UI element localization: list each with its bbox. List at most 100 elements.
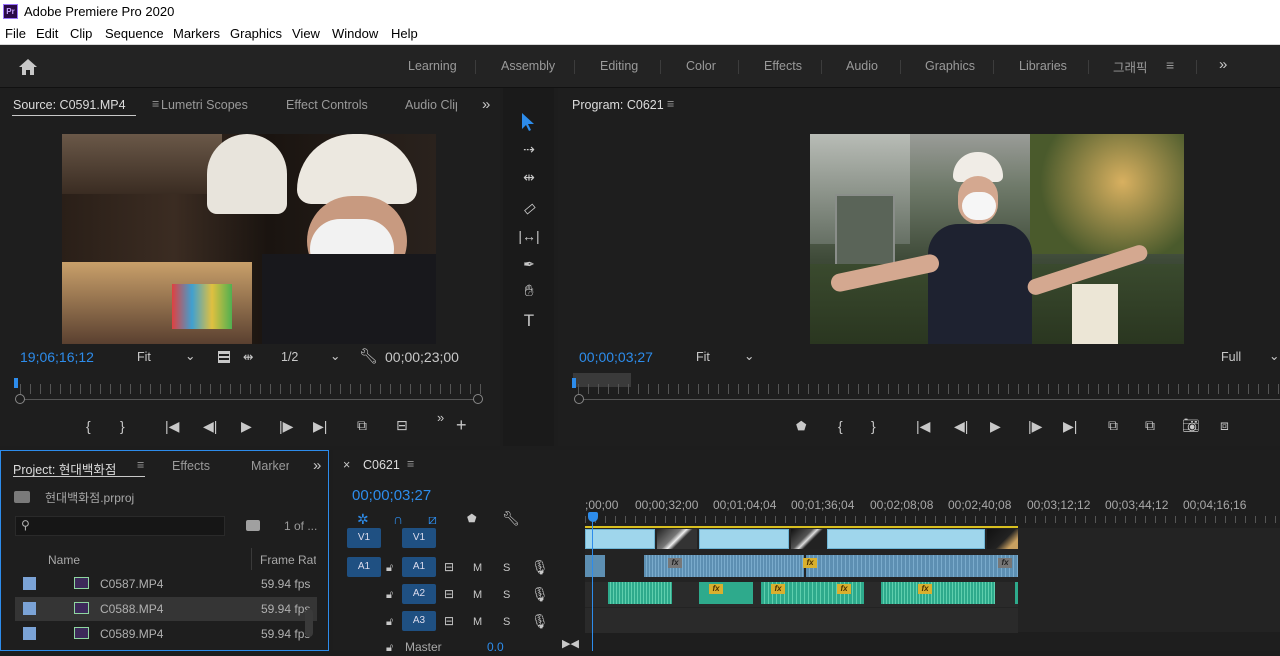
tab-effect-controls[interactable]: Effect Controls	[286, 98, 368, 112]
source-zoom-handle-left[interactable]	[15, 394, 25, 404]
source-fit-dropdown[interactable]: Fit	[137, 350, 151, 364]
hand-tool-icon[interactable]: ✋︎	[517, 284, 541, 300]
track-target-v1[interactable]: V1	[402, 528, 436, 548]
source-settings-wrench-icon[interactable]: 🔧︎	[359, 347, 378, 365]
workspace-overflow-icon[interactable]: »	[1219, 56, 1227, 73]
track-lock-icon[interactable]: 🔓︎	[386, 560, 393, 576]
label-color-swatch[interactable]	[23, 602, 36, 615]
go-to-out-icon[interactable]: ▶|	[313, 418, 327, 434]
program-zoom-handle[interactable]	[574, 394, 584, 404]
program-title[interactable]: Program: C0621	[572, 98, 664, 112]
track-target-a1[interactable]: A1	[402, 557, 436, 577]
comparison-view-icon[interactable]: ⧈	[1220, 417, 1229, 433]
program-mark-out-icon[interactable]: }	[871, 418, 876, 434]
project-scrollbar[interactable]	[305, 609, 313, 637]
ripple-edit-tool-icon[interactable]: ⇹	[517, 169, 541, 185]
insert-icon[interactable]: ⧉	[357, 417, 367, 433]
program-mark-in-icon[interactable]: {	[838, 418, 843, 434]
video-clip-thumbnail[interactable]	[987, 529, 1018, 549]
track-sync-icon[interactable]: ⊟	[444, 586, 454, 602]
workspace-editing[interactable]: Editing	[600, 59, 638, 73]
playhead-handle[interactable]	[588, 512, 598, 522]
solo-a3-button[interactable]: S	[503, 614, 510, 630]
type-tool-icon[interactable]: T	[517, 312, 541, 329]
safe-margins-icon[interactable]	[218, 351, 230, 363]
source-playhead-timecode[interactable]: 19;06;16;12	[20, 349, 94, 365]
selection-tool-icon[interactable]	[520, 112, 536, 132]
menu-sequence[interactable]: Sequence	[105, 26, 164, 41]
list-item[interactable]: C0589.MP4 59.94 fps	[15, 622, 317, 646]
solo-a2-button[interactable]: S	[503, 587, 510, 603]
master-volume-value[interactable]: 0.0	[487, 640, 504, 654]
source-zoom-handle-right[interactable]	[473, 394, 483, 404]
master-lock-icon[interactable]: 🔓︎	[386, 640, 393, 656]
source-patch-a1[interactable]: A1	[347, 557, 381, 577]
add-marker-timeline-icon[interactable]: ⬟	[467, 511, 477, 527]
track-sync-icon[interactable]: ⊟	[444, 559, 454, 575]
tab-effects[interactable]: Effects	[172, 459, 210, 473]
mute-a2-button[interactable]: M	[473, 587, 482, 603]
menu-graphics[interactable]: Graphics	[230, 26, 282, 41]
workspace-assembly[interactable]: Assembly	[501, 59, 555, 73]
audio-clip-a2[interactable]	[608, 582, 672, 604]
list-item[interactable]: C0587.MP4 59.94 fps	[15, 572, 317, 596]
workspace-graphics[interactable]: Graphics	[925, 59, 975, 73]
program-step-forward-icon[interactable]: |▶	[1028, 418, 1042, 434]
tab-audio-clip[interactable]: Audio Clip	[405, 98, 457, 112]
source-patch-v1[interactable]: V1	[347, 528, 381, 548]
program-resolution-dropdown[interactable]: Full	[1221, 350, 1241, 364]
video-clip[interactable]	[585, 529, 655, 549]
project-search-input[interactable]	[15, 516, 225, 536]
pen-tool-icon[interactable]: ✒︎	[517, 256, 541, 272]
source-resolution-dropdown[interactable]: 1/2	[281, 350, 298, 364]
project-panel-menu-icon[interactable]: ≡	[137, 458, 144, 472]
track-select-tool-icon[interactable]: ⇢	[517, 141, 541, 157]
razor-tool-icon[interactable]: ▭	[515, 194, 544, 222]
project-overflow-icon[interactable]: »	[313, 457, 321, 474]
mute-a1-button[interactable]: M	[473, 560, 482, 576]
list-item[interactable]: C0588.MP4 59.94 fps	[15, 597, 317, 621]
column-name[interactable]: Name	[48, 553, 80, 567]
audio-clip-a1[interactable]	[806, 555, 1018, 577]
track-target-a2[interactable]: A2	[402, 584, 436, 604]
source-zoom-scrollbar[interactable]	[20, 399, 478, 400]
program-zoom-scrollbar[interactable]	[578, 399, 1280, 400]
source-resolution-chevron-icon[interactable]: ⌄	[330, 348, 340, 363]
go-to-end-icon[interactable]: ▶◀	[562, 636, 579, 652]
voiceover-mic-icon[interactable]: 🎙︎	[531, 559, 549, 575]
close-sequence-icon[interactable]: ×	[343, 458, 350, 472]
track-sync-icon[interactable]: ⊟	[444, 613, 454, 629]
program-resolution-chevron-icon[interactable]: ⌄	[1269, 348, 1279, 363]
program-play-icon[interactable]: ▶	[990, 418, 1001, 434]
workspace-audio[interactable]: Audio	[846, 59, 878, 73]
track-lock-icon[interactable]: 🔓︎	[386, 614, 393, 630]
snap-magnet-icon[interactable]: ∩	[393, 511, 403, 527]
program-fit-chevron-icon[interactable]: ⌄	[744, 348, 754, 363]
source-time-ruler[interactable]	[20, 384, 482, 394]
extract-icon[interactable]: ⧉	[1145, 417, 1155, 433]
video-clip[interactable]	[699, 529, 789, 549]
source-fit-chevron-icon[interactable]: ⌄	[185, 348, 195, 363]
track-target-a3[interactable]: A3	[402, 611, 436, 631]
audio-clip-a2[interactable]	[1015, 582, 1018, 604]
tab-lumetri-scopes[interactable]: Lumetri Scopes	[161, 98, 248, 112]
source-play-icon[interactable]: ▶	[241, 418, 252, 434]
workspace-korean-graphics[interactable]: 그래픽	[1113, 57, 1148, 76]
video-clip-thumbnail[interactable]	[657, 529, 697, 549]
label-color-swatch[interactable]	[23, 577, 36, 590]
audio-clip-a1[interactable]	[585, 555, 605, 577]
sequence-menu-icon[interactable]: ≡	[407, 457, 414, 471]
source-drag-video-icon[interactable]: ⇹	[243, 349, 253, 364]
voiceover-mic-icon[interactable]: 🎙︎	[531, 613, 549, 629]
timeline-settings-wrench-icon[interactable]: 🔧︎	[502, 510, 520, 526]
menu-markers[interactable]: Markers	[173, 26, 220, 41]
workspace-color[interactable]: Color	[686, 59, 716, 73]
audio-clip-a2[interactable]	[699, 582, 753, 604]
voiceover-mic-icon[interactable]: 🎙︎	[531, 586, 549, 602]
new-bin-from-search-icon[interactable]	[246, 520, 260, 531]
column-frame-rate[interactable]: Frame Rate	[260, 553, 316, 567]
track-lock-icon[interactable]: 🔓︎	[386, 587, 393, 603]
program-playhead-timecode[interactable]: 00;00;03;27	[579, 349, 653, 365]
slip-tool-icon[interactable]: |↔|	[517, 228, 541, 244]
tab-sequence[interactable]: C0621	[363, 458, 400, 472]
